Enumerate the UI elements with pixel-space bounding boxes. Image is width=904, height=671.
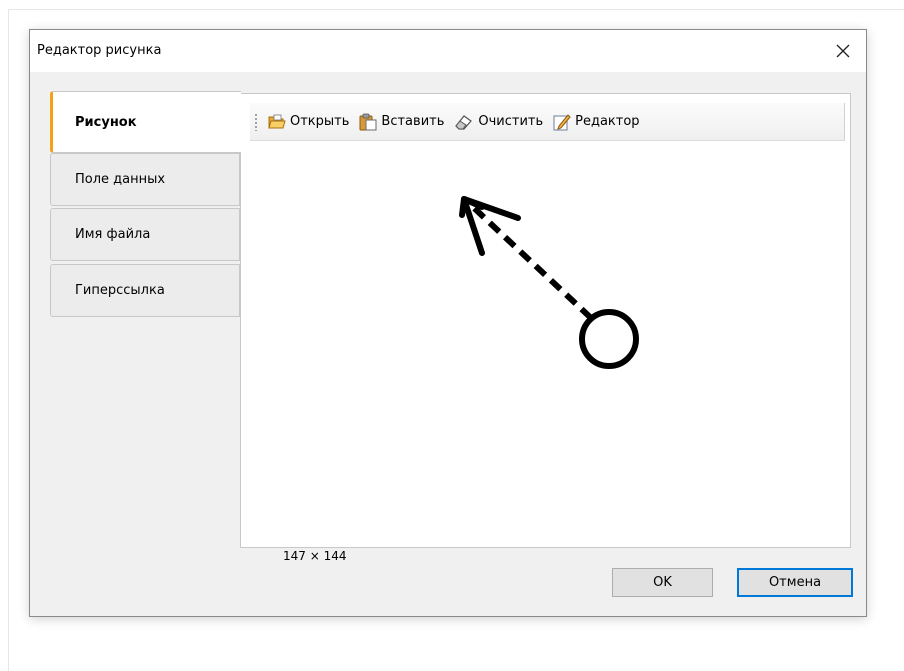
editor-button[interactable]: Редактор: [553, 113, 640, 131]
cancel-button[interactable]: Отмена: [737, 568, 853, 597]
tab-data-field-label: Поле данных: [75, 172, 166, 187]
page-edge-top: [8, 9, 904, 10]
open-button[interactable]: Открыть: [268, 114, 349, 130]
picture-toolbar: Открыть Вставить Очистить Редактор: [250, 103, 845, 141]
close-button[interactable]: [820, 30, 866, 72]
tab-hyperlink-label: Гиперссылка: [75, 283, 165, 298]
cancel-button-label: Отмена: [768, 575, 822, 590]
tab-file-name-label: Имя файла: [75, 227, 151, 242]
picture-panel: Открыть Вставить Очистить Редактор 147 ×…: [240, 93, 851, 563]
arrow-with-circle-icon: [459, 196, 639, 369]
editor-button-label: Редактор: [575, 114, 640, 129]
open-button-label: Открыть: [290, 114, 350, 129]
tab-hyperlink[interactable]: Гиперссылка: [50, 264, 240, 317]
clear-button-label: Очистить: [478, 114, 544, 129]
tab-file-name[interactable]: Имя файла: [50, 208, 240, 261]
tab-picture[interactable]: Рисунок: [50, 91, 241, 153]
title-bar: Редактор рисунка: [30, 30, 866, 72]
tab-data-field[interactable]: Поле данных: [50, 153, 240, 206]
tab-picture-label: Рисунок: [75, 114, 137, 130]
paste-button[interactable]: Вставить: [359, 113, 444, 131]
ok-button-label: OK: [653, 575, 672, 590]
toolbar-grip[interactable]: [254, 112, 258, 131]
folder-open-icon: [268, 114, 286, 128]
picture-editor-dialog: Редактор рисунка Рисунок Поле данных Имя…: [29, 29, 867, 617]
paste-button-label: Вставить: [381, 114, 445, 129]
image-dimensions: 147 × 144: [283, 549, 347, 563]
dialog-title: Редактор рисунка: [37, 43, 162, 58]
eraser-icon: [455, 114, 473, 130]
page-edge-left: [8, 9, 9, 671]
close-icon: [836, 44, 850, 58]
picture-canvas[interactable]: 147 × 144: [250, 141, 845, 563]
clear-button[interactable]: Очистить: [454, 114, 543, 130]
clipboard-paste-icon: [359, 113, 377, 130]
ok-button[interactable]: OK: [612, 568, 713, 597]
edit-pencil-icon: [553, 113, 571, 130]
